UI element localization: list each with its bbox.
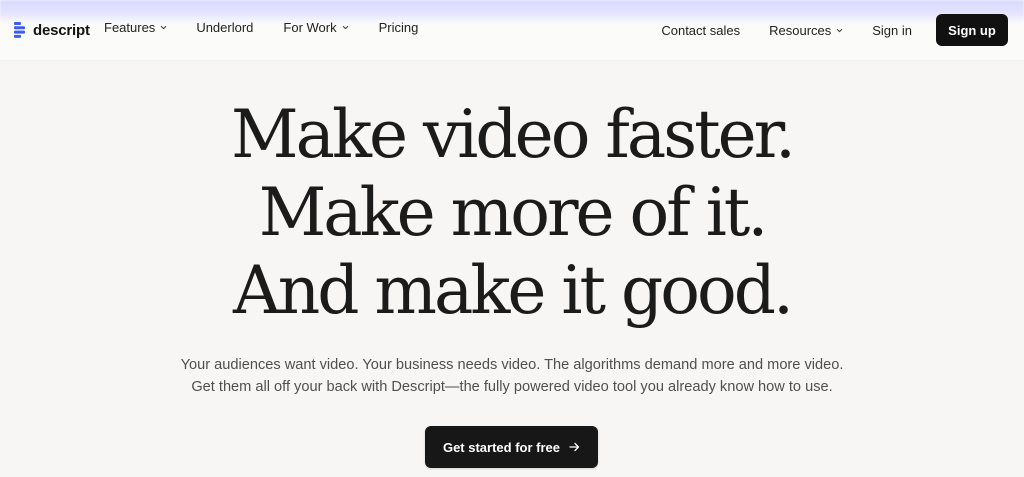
nav-item-label: Resources (769, 22, 832, 38)
nav-item-label: Underlord (196, 20, 254, 35)
brand-logo[interactable]: descript (14, 18, 90, 42)
get-started-button[interactable]: Get started for free (425, 426, 598, 468)
brand-name: descript (33, 21, 90, 39)
sign-in-link[interactable]: Sign in (872, 23, 912, 38)
nav-item-features[interactable]: Features (104, 20, 167, 35)
hero-title: Make video faster. Make more of it. And … (0, 96, 1024, 330)
hero-subtitle-line: Get them all off your back with Descript… (191, 379, 833, 395)
hero-title-line: Make video faster. (231, 96, 796, 173)
chevron-down-icon (837, 28, 843, 32)
hero-title-line: Make more of it. (258, 174, 769, 251)
descript-logo-icon (14, 22, 25, 38)
chevron-down-icon (342, 25, 348, 30)
page: descript Features Underlord For Work Pri… (0, 0, 1024, 477)
cta-label: Get started for free (442, 439, 561, 455)
primary-nav: Features Underlord For Work Pricing (104, 20, 418, 35)
nav-item-label: Contact sales (661, 22, 741, 38)
nav-item-label: Pricing (378, 20, 419, 35)
hero-title-line: And make it good. (233, 252, 794, 329)
nav-item-label: Features (104, 20, 156, 35)
nav-item-label: Sign in (872, 22, 912, 38)
secondary-nav: Contact sales Resources Sign in Sign up (661, 14, 1008, 46)
arrow-right-icon (569, 442, 580, 452)
top-navbar: descript Features Underlord For Work Pri… (0, 0, 1024, 61)
nav-item-pricing[interactable]: Pricing (379, 20, 419, 35)
nav-item-contact-sales[interactable]: Contact sales (661, 23, 740, 38)
hero-subtitle-line: Your audiences want video. Your business… (180, 357, 844, 373)
sign-up-button[interactable]: Sign up (936, 14, 1008, 46)
hero-subtitle: Your audiences want video. Your business… (0, 354, 1024, 398)
nav-item-for-work[interactable]: For Work (283, 20, 348, 35)
nav-item-underlord[interactable]: Underlord (196, 20, 253, 35)
chevron-down-icon (161, 25, 167, 30)
nav-item-label: For Work (283, 20, 337, 35)
nav-item-resources[interactable]: Resources (769, 23, 843, 38)
